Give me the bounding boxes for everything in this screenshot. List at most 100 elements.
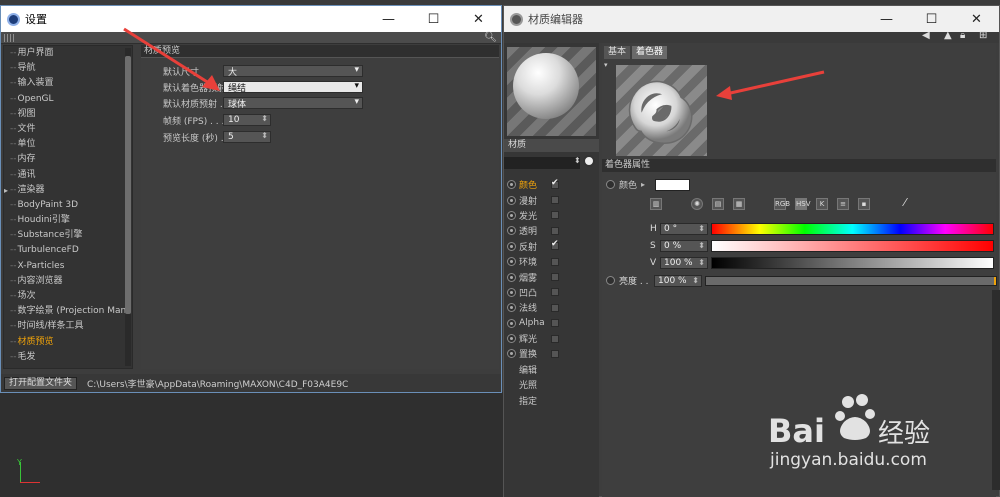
kelvin-mode-icon[interactable]: K <box>816 198 828 210</box>
shader-preview-knot[interactable] <box>616 65 707 156</box>
channel-item[interactable]: 法线 <box>504 300 599 315</box>
preview-length-stepper[interactable]: 5 <box>223 131 271 143</box>
default-shader-preview-dropdown[interactable]: 绳结 <box>223 81 363 94</box>
maximize-button[interactable]: ☐ <box>411 6 456 32</box>
tree-item[interactable]: --内容浏览器 <box>4 274 132 289</box>
channel-item[interactable]: 光照 <box>504 377 599 392</box>
tree-item[interactable]: --视图 <box>4 107 132 122</box>
tree-item[interactable]: --材质预览 <box>4 335 132 350</box>
channel-radio[interactable] <box>507 241 516 251</box>
tree-item[interactable]: --用户界面 <box>4 46 132 61</box>
channel-radio[interactable] <box>507 303 516 313</box>
search-icon[interactable]: 🔍︎ <box>484 32 497 43</box>
material-name-field[interactable] <box>504 157 580 169</box>
tree-item[interactable]: --输入装置 <box>4 76 132 91</box>
channel-checkbox[interactable] <box>551 239 559 251</box>
tree-item[interactable]: --场次 <box>4 289 132 304</box>
tab-1[interactable]: 着色器 <box>632 46 668 59</box>
channel-item[interactable]: 辉光 <box>504 331 599 346</box>
gradient-icon[interactable]: ▤ <box>712 198 724 210</box>
channel-checkbox[interactable] <box>551 196 559 205</box>
channel-radio[interactable] <box>507 287 516 297</box>
channel-item[interactable]: Alpha <box>504 316 599 331</box>
default-size-dropdown[interactable]: 大 <box>223 65 363 78</box>
channel-item[interactable]: 指定 <box>504 392 599 407</box>
channel-radio[interactable] <box>507 349 516 359</box>
pin-icon[interactable]: ⊞ <box>979 30 987 41</box>
expand-icon[interactable]: ▾ <box>604 61 608 69</box>
tree-item[interactable]: --内存 <box>4 152 132 167</box>
open-config-folder-button[interactable]: 打开配置文件夹 <box>4 376 78 390</box>
channel-radio[interactable] <box>507 257 516 267</box>
channel-radio[interactable] <box>507 226 516 236</box>
tree-item[interactable]: --X-Particles <box>4 259 132 274</box>
channel-checkbox[interactable] <box>551 178 559 189</box>
channel-item[interactable]: 烟雾 <box>504 269 599 284</box>
nav-back-icon[interactable]: ◀ <box>922 30 930 41</box>
tree-scrollbar-thumb[interactable] <box>125 56 131 314</box>
saturation-field[interactable]: 0 % <box>660 239 708 252</box>
channel-item[interactable]: 发光 <box>504 208 599 223</box>
channel-checkbox[interactable] <box>551 303 559 312</box>
tab-0[interactable]: 基本 <box>604 46 631 59</box>
tree-item[interactable]: --单位 <box>4 137 132 152</box>
lock-icon[interactable]: 🔒︎ <box>960 30 965 41</box>
channel-checkbox[interactable] <box>551 334 559 343</box>
grip-icon[interactable] <box>4 34 14 42</box>
channel-radio[interactable] <box>507 210 516 220</box>
maximize-button[interactable]: ☐ <box>909 6 954 32</box>
tree-item[interactable]: --通讯 <box>4 168 132 183</box>
hue-slider[interactable] <box>711 222 994 235</box>
channel-item[interactable]: 凹凸 <box>504 285 599 300</box>
channel-item[interactable]: 漫射 <box>504 192 599 207</box>
color-wheel-icon[interactable]: ✺ <box>691 198 703 210</box>
eyedropper-icon[interactable]: ⁄ <box>899 197 911 210</box>
value-field[interactable]: 100 % <box>660 256 708 269</box>
material-picker-icon[interactable] <box>583 155 595 167</box>
channel-item[interactable]: 反射 <box>504 239 599 254</box>
saturation-slider[interactable] <box>711 239 994 252</box>
nav-up-icon[interactable]: ▲ <box>944 30 952 41</box>
minimize-button[interactable]: — <box>366 6 411 32</box>
channel-item[interactable]: 透明 <box>504 223 599 238</box>
channel-item[interactable]: 环境 <box>504 254 599 269</box>
tree-item[interactable]: --渲染器 <box>4 183 132 198</box>
fps-stepper[interactable]: 10 <box>223 114 271 126</box>
channel-checkbox[interactable] <box>551 273 559 282</box>
channel-checkbox[interactable] <box>551 226 559 235</box>
tree-item[interactable]: --Substance引擎 <box>4 228 132 243</box>
color-swatch[interactable] <box>655 178 691 191</box>
channel-item[interactable]: 置换 <box>504 346 599 361</box>
swatches-icon[interactable]: ▪ <box>858 198 870 210</box>
tree-item[interactable]: --Houdini引擎 <box>4 213 132 228</box>
minimize-button[interactable]: — <box>864 6 909 32</box>
image-icon[interactable]: ▦ <box>733 198 745 210</box>
expand-triangle-icon[interactable]: ▸ <box>641 180 645 189</box>
channel-checkbox[interactable] <box>551 257 559 266</box>
brightness-radio[interactable] <box>606 276 615 285</box>
default-material-preview-dropdown[interactable]: 球体 <box>223 97 363 110</box>
tree-scrollbar[interactable] <box>125 48 131 366</box>
tree-item[interactable]: --数字绘景 (Projection Man) <box>4 304 132 319</box>
material-preview-sphere[interactable] <box>507 47 596 136</box>
brightness-slider[interactable] <box>705 275 997 286</box>
material-editor-titlebar[interactable]: 材质编辑器 — ☐ ✕ <box>504 6 999 32</box>
tree-item[interactable]: --TurbulenceFD <box>4 243 132 258</box>
tree-item[interactable]: --导航 <box>4 61 132 76</box>
tree-item[interactable]: --时间线/样条工具 <box>4 319 132 334</box>
channel-radio[interactable] <box>507 180 516 190</box>
color-radio[interactable] <box>606 180 615 189</box>
channel-item[interactable]: 编辑 <box>504 362 599 377</box>
channel-checkbox[interactable] <box>551 288 559 297</box>
channel-checkbox[interactable] <box>551 319 559 328</box>
value-slider[interactable] <box>711 256 994 269</box>
channel-checkbox[interactable] <box>551 211 559 220</box>
channel-radio[interactable] <box>507 334 516 344</box>
hsv-mode-icon[interactable]: HSV <box>795 198 811 210</box>
rgb-mode-icon[interactable]: RGB <box>774 198 790 210</box>
tree-item[interactable]: --毛发 <box>4 350 132 365</box>
hue-field[interactable]: 0 ° <box>660 222 708 235</box>
channel-checkbox[interactable] <box>551 349 559 358</box>
close-button[interactable]: ✕ <box>954 6 999 32</box>
tree-item[interactable]: --文件 <box>4 122 132 137</box>
